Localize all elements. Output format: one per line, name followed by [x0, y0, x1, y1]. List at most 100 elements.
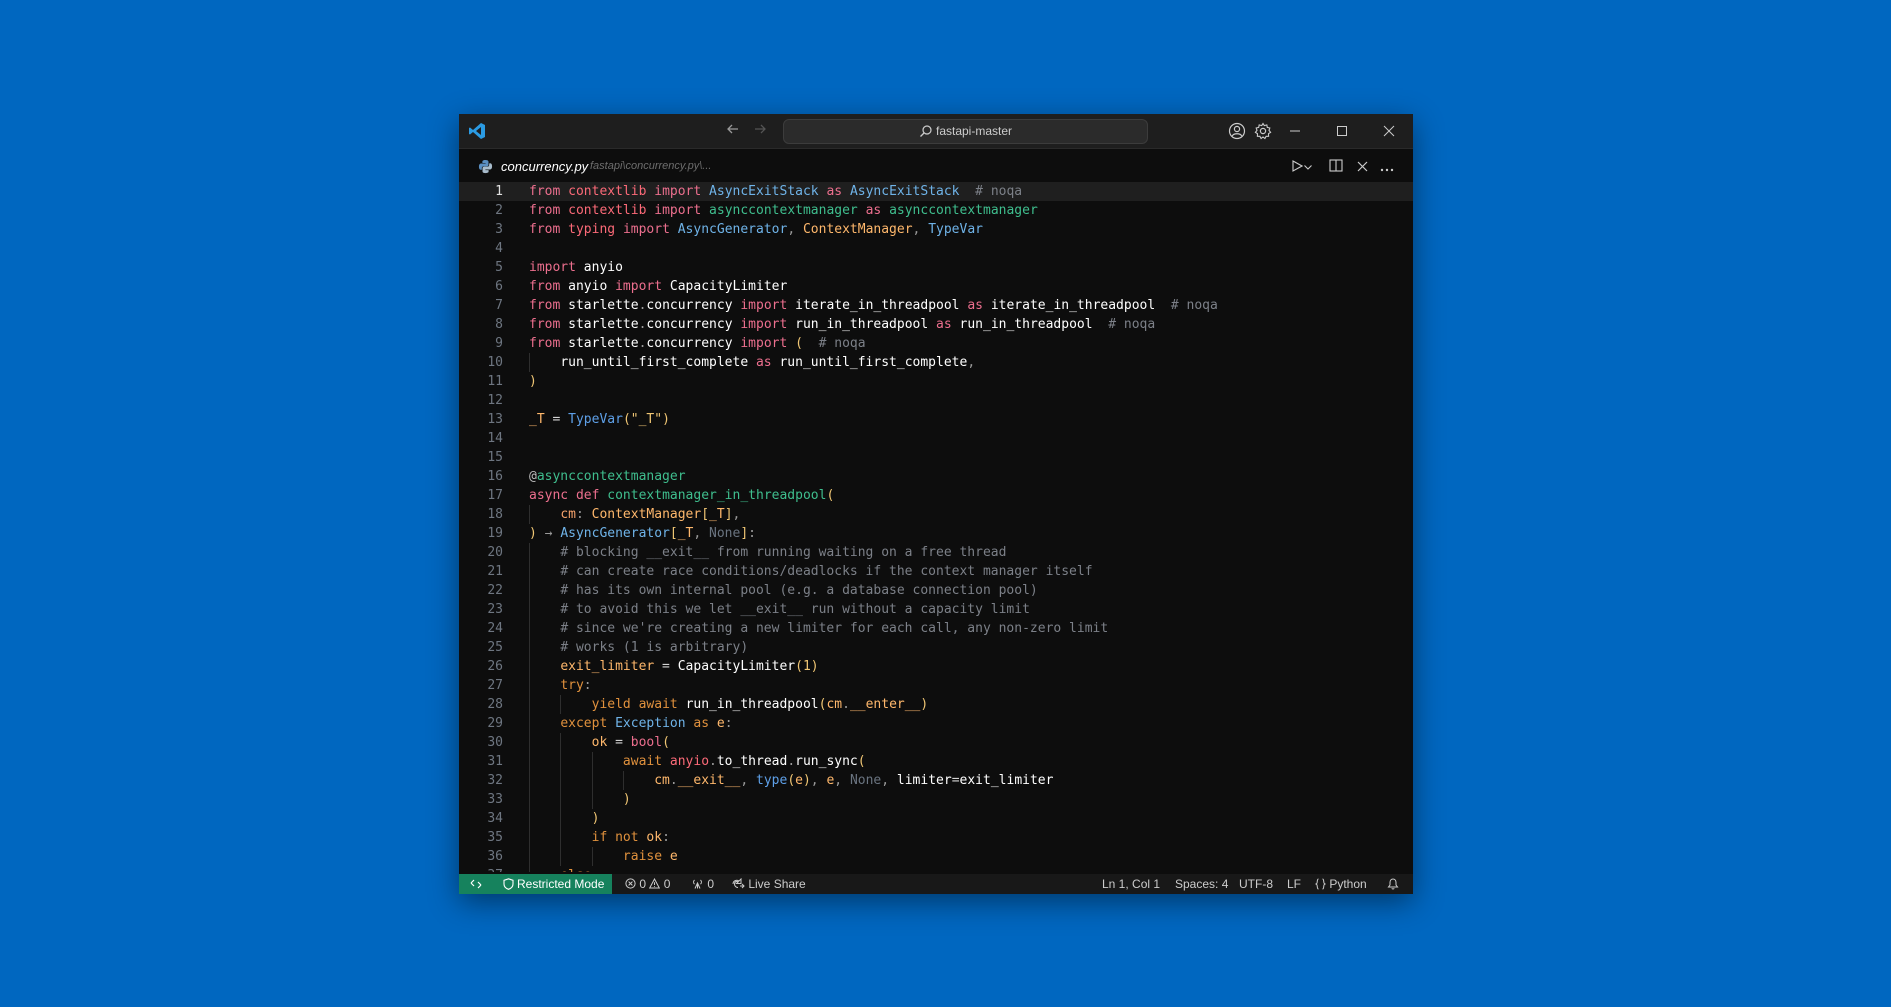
code-token: AsyncExitStack	[709, 184, 819, 199]
maximize-button[interactable]	[1319, 114, 1365, 148]
code-line[interactable]: 16 @asynccontextmanager	[459, 467, 1413, 486]
account-icon[interactable]	[1228, 122, 1246, 140]
code-token: ,	[740, 773, 756, 788]
code-line[interactable]: 26 exit_limiter = CapacityLimiter(1)	[459, 657, 1413, 676]
line-code: except Exception as e:	[529, 714, 732, 733]
code-line[interactable]: 12	[459, 391, 1413, 410]
code-line[interactable]: 24 # since we're creating a new limiter …	[459, 619, 1413, 638]
code-line[interactable]: 31 await anyio.to_thread.run_sync(	[459, 752, 1413, 771]
chevron-down-icon	[1304, 165, 1312, 170]
eol-button[interactable]: LF	[1287, 874, 1301, 894]
code-line[interactable]: 37 else:	[459, 866, 1413, 872]
line-number: 23	[487, 602, 503, 617]
code-line[interactable]: 19) → AsyncGenerator[_T, None]:	[459, 524, 1413, 543]
go-back-icon[interactable]	[724, 122, 742, 140]
code-line[interactable]: 3 from typing import AsyncGenerator, Cont…	[459, 220, 1413, 239]
code-token: from	[529, 203, 561, 218]
code-token: run_sync	[795, 754, 858, 769]
code-line[interactable]: 15	[459, 448, 1413, 467]
restricted-mode-button[interactable]: Restricted Mode	[495, 874, 613, 894]
code-token: ,	[967, 355, 976, 370]
code-line[interactable]: 10 run_until_first_complete as run_until…	[459, 353, 1413, 372]
code-token: # noqa	[975, 184, 1023, 199]
code-line[interactable]: 6 from anyio import CapacityLimiter	[459, 277, 1413, 296]
code-line[interactable]: 27 try:	[459, 676, 1413, 695]
code-line[interactable]: 9 from starlette.concurrency import ( # n…	[459, 334, 1413, 353]
code-token: contextlib	[568, 184, 647, 199]
encoding-button[interactable]: UTF-8	[1239, 874, 1273, 894]
language-mode-button[interactable]: Python	[1314, 874, 1367, 894]
code-line[interactable]: 7 from starlette.concurrency import itera…	[459, 296, 1413, 315]
code-line[interactable]: 32 cm.__exit__, type(e), e, None, limite…	[459, 771, 1413, 790]
ports-button[interactable]: 0	[691, 874, 714, 894]
code-token: typing	[568, 222, 616, 237]
code-editor[interactable]: 1 from contextlib import AsyncExitStack a…	[459, 182, 1413, 872]
code-line[interactable]: 2 from contextlib import asynccontextmana…	[459, 201, 1413, 220]
line-code: # since we're creating a new limiter for…	[529, 619, 1108, 638]
line-code: ok = bool(	[529, 733, 670, 752]
code-token: as	[967, 298, 983, 313]
code-line[interactable]: 29 except Exception as e:	[459, 714, 1413, 733]
code-line[interactable]: 18 cm: ContextManager[_T],	[459, 505, 1413, 524]
code-line[interactable]: 4	[459, 239, 1413, 258]
code-token: from	[529, 298, 561, 313]
code-token: cm	[654, 773, 670, 788]
code-line[interactable]: 8 from starlette.concurrency import run_i…	[459, 315, 1413, 334]
line-code: ) → AsyncGenerator[_T, None]:	[529, 524, 756, 543]
code-token: # noqa	[1170, 298, 1218, 313]
code-line[interactable]: 30 ok = bool(	[459, 733, 1413, 752]
code-token: _T	[677, 526, 694, 541]
code-line[interactable]: 1 from contextlib import AsyncExitStack a…	[459, 182, 1413, 201]
code-line[interactable]: 14	[459, 429, 1413, 448]
code-line[interactable]: 33 )	[459, 790, 1413, 809]
run-options-dropdown[interactable]	[1302, 159, 1314, 175]
close-window-button[interactable]	[1366, 114, 1412, 148]
cursor-position-button[interactable]: Ln 1, Col 1	[1102, 874, 1160, 894]
code-token: .	[787, 754, 796, 769]
code-line[interactable]: 23 # to avoid this we let __exit__ run w…	[459, 600, 1413, 619]
search-icon	[920, 125, 932, 137]
command-center-search[interactable]: fastapi-master	[783, 119, 1148, 144]
code-token: starlette	[568, 317, 639, 332]
code-token: None	[709, 526, 741, 541]
line-number: 8	[495, 317, 503, 332]
code-token: _T	[709, 507, 725, 522]
more-actions-button[interactable]	[1378, 159, 1396, 175]
code-line[interactable]: 35 if not ok:	[459, 828, 1413, 847]
indentation-button[interactable]: Spaces: 4	[1175, 874, 1228, 894]
code-line[interactable]: 11)	[459, 372, 1413, 391]
line-code: from anyio import CapacityLimiter	[529, 277, 787, 296]
code-line[interactable]: 13 _T = TypeVar("_T")	[459, 410, 1413, 429]
gear-icon[interactable]	[1254, 122, 1272, 140]
live-share-button[interactable]: Live Share	[732, 874, 806, 894]
code-line[interactable]: 36 raise e	[459, 847, 1413, 866]
code-line[interactable]: 17 async def contextmanager_in_threadpool…	[459, 486, 1413, 505]
notifications-button[interactable]	[1387, 874, 1399, 894]
code-line[interactable]: 20 # blocking __exit__ from running wait…	[459, 543, 1413, 562]
error-icon	[625, 878, 636, 889]
remote-indicator-button[interactable]	[459, 874, 495, 894]
code-line[interactable]: 21 # can create race conditions/deadlock…	[459, 562, 1413, 581]
problems-button[interactable]: 0 0	[625, 874, 670, 894]
code-token: await	[622, 754, 663, 769]
code-token: from	[529, 317, 561, 332]
go-forward-icon[interactable]	[751, 122, 769, 140]
code-line[interactable]: 28 yield await run_in_threadpool(cm.__en…	[459, 695, 1413, 714]
code-line[interactable]: 5 import anyio	[459, 258, 1413, 277]
split-editor-button[interactable]	[1327, 159, 1345, 175]
code-token: )	[622, 792, 631, 807]
code-line[interactable]: 25 # works (1 is arbitrary)	[459, 638, 1413, 657]
remote-icon	[470, 879, 482, 889]
minimize-button[interactable]	[1272, 114, 1318, 148]
code-token: [	[669, 526, 678, 541]
line-code: # can create race conditions/deadlocks i…	[529, 562, 1092, 581]
close-tab-button[interactable]	[1353, 159, 1371, 175]
code-line[interactable]: 34 )	[459, 809, 1413, 828]
code-line[interactable]: 22 # has its own internal pool (e.g. a d…	[459, 581, 1413, 600]
